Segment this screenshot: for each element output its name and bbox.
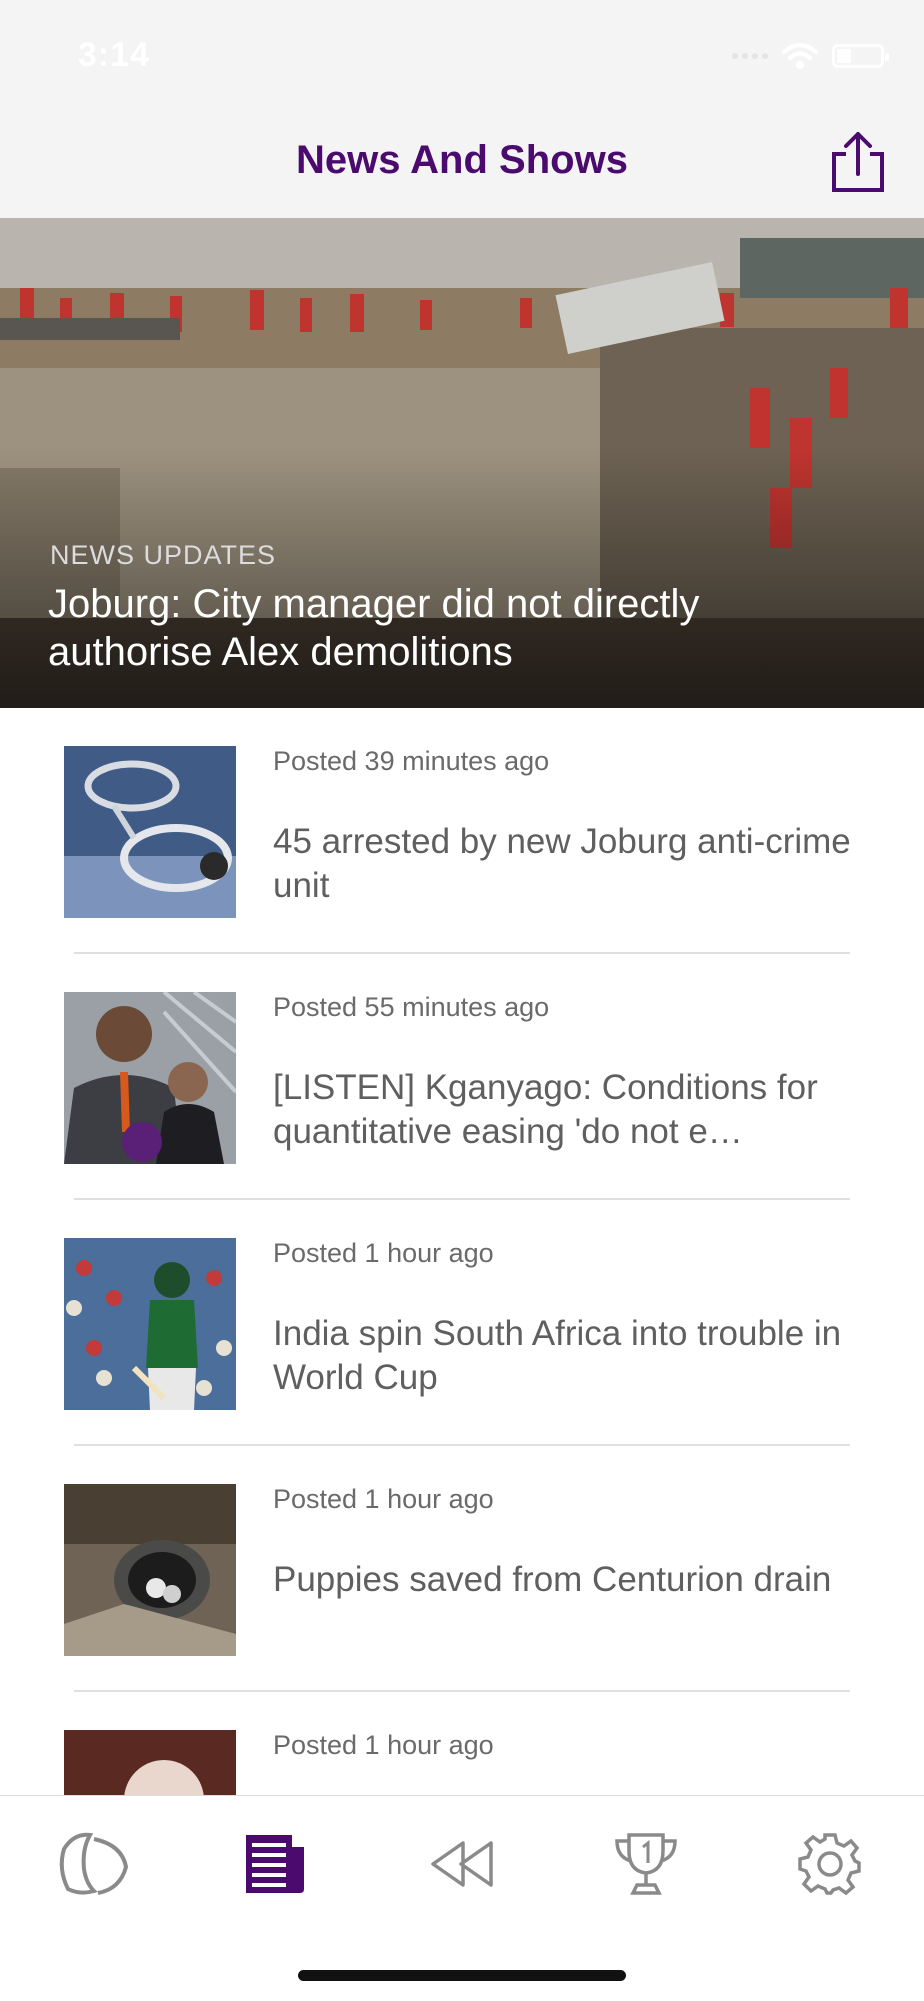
wifi-icon (782, 43, 818, 69)
tab-bar (0, 1795, 924, 2001)
tab-news[interactable] (236, 1824, 316, 1904)
drain-puppies-photo (64, 1484, 236, 1656)
article-category: NEWS UPDATES (50, 540, 277, 570)
featured-headline: Joburg: City manager did not directly au… (48, 582, 700, 674)
cricket-player-photo (64, 1238, 236, 1410)
status-icons (732, 42, 889, 70)
page-title: News And Shows (296, 138, 628, 182)
headphone-logo-icon (59, 1832, 129, 1895)
gear-icon (798, 1833, 861, 1896)
article-list[interactable]: Posted 39 minutes ago 45 arrested by new… (0, 708, 924, 1795)
cellular-signal-icon (732, 53, 768, 59)
battery-icon (832, 44, 889, 68)
posted-time: Posted 1 hour ago (273, 1238, 494, 1268)
home-indicator (298, 1970, 626, 1981)
tab-competitions[interactable] (606, 1824, 686, 1904)
trophy-icon (615, 1833, 677, 1895)
posted-time: Posted 1 hour ago (273, 1730, 494, 1760)
newspaper-icon (246, 1835, 304, 1893)
posted-time: Posted 55 minutes ago (273, 992, 550, 1022)
tab-listen[interactable] (52, 1824, 132, 1904)
tab-rewind[interactable] (422, 1824, 502, 1904)
article-headline: India spin South Africa into trouble in … (273, 1314, 842, 1397)
list-item[interactable]: Posted 1 hour ago Puppies saved from Cen… (0, 1446, 924, 1692)
status-bar: 3:14 (0, 0, 924, 110)
list-item[interactable]: Posted 39 minutes ago 45 arrested by new… (0, 708, 924, 954)
posted-time: Posted 39 minutes ago (273, 746, 550, 776)
list-item[interactable]: Posted 1 hour ago India spin South Afric… (0, 1200, 924, 1446)
posted-time: Posted 1 hour ago (273, 1484, 494, 1514)
featured-article[interactable]: NEWS UPDATES Joburg: City manager did no… (0, 218, 924, 708)
handcuffs-photo (64, 746, 236, 918)
article-headline: 45 arrested by new Joburg anti-crime uni… (273, 822, 851, 905)
press-conference-photo (64, 992, 236, 1164)
person-photo (64, 1730, 236, 1795)
tab-settings[interactable] (790, 1824, 870, 1904)
nav-bar: News And Shows (0, 110, 924, 219)
article-headline: Puppies saved from Centurion drain (273, 1560, 832, 1599)
status-time: 3:14 (78, 36, 151, 74)
list-item[interactable]: Posted 1 hour ago (0, 1692, 924, 1795)
share-icon[interactable] (828, 130, 888, 194)
rewind-icon (431, 1841, 493, 1887)
article-headline: [LISTEN] Kganyago: Conditions for quanti… (273, 1068, 818, 1151)
list-item[interactable]: Posted 55 minutes ago [LISTEN] Kganyago:… (0, 954, 924, 1200)
